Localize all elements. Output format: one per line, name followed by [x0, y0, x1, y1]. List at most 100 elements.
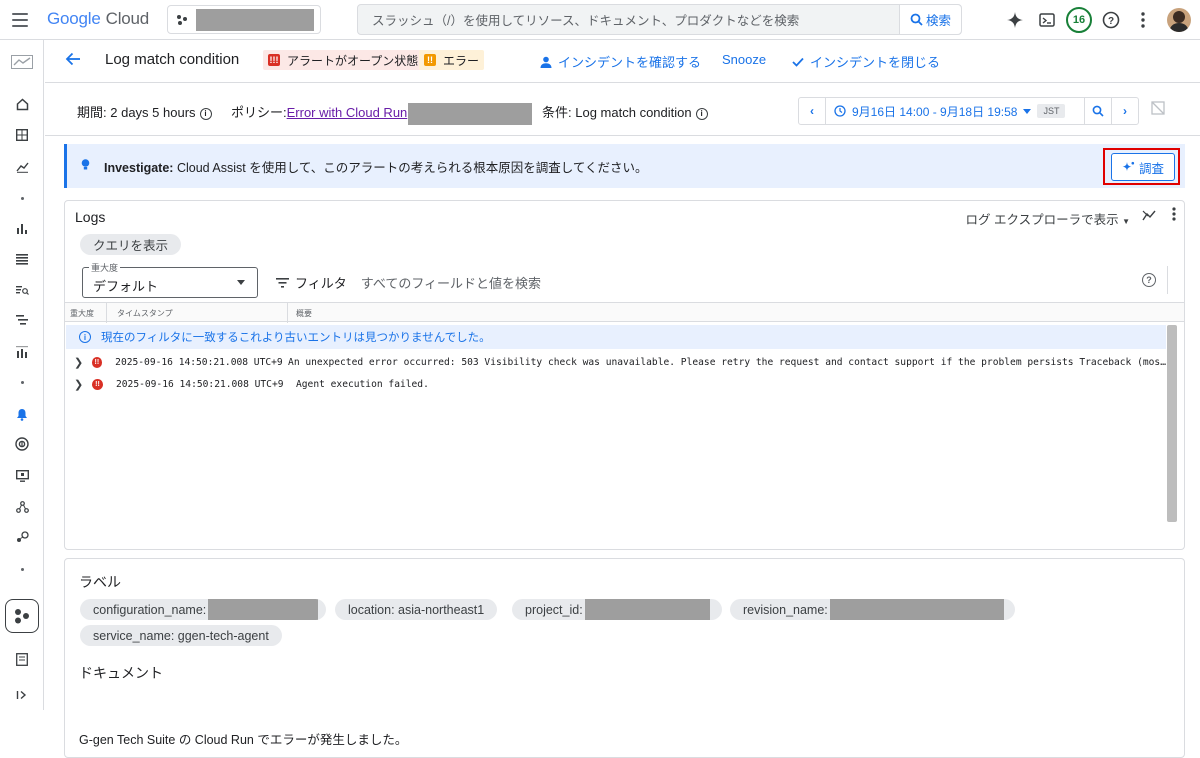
time-range-picker: ‹ 9月16日 14:00 - 9月18日 19:58 JST ›: [798, 97, 1139, 125]
investigate-text: Investigate: Cloud Assist を使用して、このアラートの考…: [104, 157, 647, 176]
bar-chart-icon[interactable]: [0, 217, 44, 241]
label-chip: revision_name:: [730, 599, 1015, 620]
back-arrow-icon[interactable]: [65, 51, 85, 71]
status-badge-error: !! エラー: [419, 50, 485, 70]
gemini-icon[interactable]: [1002, 7, 1028, 33]
person-icon: [540, 56, 552, 68]
redacted-project-name: [196, 8, 314, 31]
column-divider: [287, 303, 288, 323]
lightbulb-icon: [81, 158, 90, 174]
time-prev-button[interactable]: ‹: [799, 98, 825, 124]
filter-search-input[interactable]: すべてのフィールドと値を検索: [361, 273, 541, 292]
search-bar[interactable]: スラッシュ（/）を使用してリソース、ドキュメント、プロダクトなどを検索 検索: [357, 4, 962, 35]
column-header-severity[interactable]: 重大度: [70, 308, 94, 319]
notice-text: 現在のフィルタに一致するこれより古いエントリは見つかりませんでした。: [101, 332, 491, 344]
dashboard-icon[interactable]: [0, 50, 44, 74]
main-menu-icon[interactable]: [9, 9, 31, 31]
caret-down-icon: [1023, 108, 1032, 114]
investigate-button-label: 調査: [1138, 161, 1164, 176]
clock-icon: [834, 105, 846, 117]
avatar[interactable]: [1167, 8, 1191, 32]
policy: ポリシー:Error with Cloud Run: [231, 102, 533, 125]
more-vert-icon[interactable]: [1130, 7, 1156, 33]
list-icon[interactable]: [0, 247, 44, 271]
search-input[interactable]: スラッシュ（/）を使用してリソース、ドキュメント、プロダクトなどを検索: [358, 10, 899, 29]
grid-icon[interactable]: [0, 123, 44, 147]
view-in-logs-explorer-label: ログ エクスプローラで表示: [965, 213, 1119, 227]
time-next-button[interactable]: ›: [1112, 98, 1138, 124]
acknowledge-incident-button[interactable]: インシデントを確認する: [540, 52, 701, 71]
chart-icon[interactable]: [0, 155, 44, 179]
side-nav: [0, 40, 44, 710]
project-selector[interactable]: [167, 5, 321, 34]
show-query-chip[interactable]: クエリを表示: [80, 234, 182, 255]
policy-label: ポリシー:: [231, 105, 287, 120]
search-button[interactable]: 検索: [899, 5, 961, 34]
nodes-icon[interactable]: [0, 495, 44, 519]
dependencies-icon[interactable]: [0, 525, 44, 549]
labels-panel: ラベル configuration_name: location: asia-n…: [64, 558, 1185, 758]
filter-label: フィルタ: [295, 276, 347, 291]
title-bar: Log match condition !!! アラートがオープン状態 !! エラー…: [45, 40, 1200, 82]
log-table-header: 重大度 タイムスタンプ 概要: [65, 302, 1184, 323]
investigate-title: Investigate:: [104, 160, 174, 175]
page-title: Log match condition: [105, 51, 240, 68]
acknowledge-incident-label: インシデントを確認する: [558, 55, 702, 70]
period-value: 2 days 5 hours: [110, 105, 196, 120]
logo-google: Google: [47, 9, 101, 28]
cloud-run-icon[interactable]: [0, 598, 44, 634]
expand-chevron-icon[interactable]: ❯: [74, 378, 84, 391]
expand-icon[interactable]: [0, 683, 44, 707]
investigate-button[interactable]: 調査: [1111, 153, 1175, 181]
zoom-search-button[interactable]: [1085, 98, 1111, 124]
view-in-logs-explorer-button[interactable]: ログ エクスプローラで表示 ▼: [965, 209, 1130, 228]
close-incident-label: インシデントを閉じる: [810, 55, 941, 70]
notifications-badge[interactable]: 16: [1066, 7, 1092, 33]
log-summary: An unexpected error occurred: 503 Visibi…: [288, 356, 1166, 368]
alert-bell-icon[interactable]: [0, 402, 44, 426]
column-header-timestamp[interactable]: タイムスタンプ: [117, 308, 173, 319]
log-filter[interactable]: フィルタ すべてのフィールドと値を検索: [276, 273, 541, 292]
search-button-label: 検索: [925, 14, 951, 28]
notes-icon[interactable]: [0, 647, 44, 671]
divider: [1167, 266, 1168, 294]
monitoring-icon[interactable]: [0, 432, 44, 456]
table-row[interactable]: ❯ !! 2025-09-16 14:50:21.008 UTC+9 An un…: [66, 351, 1166, 373]
time-range-dropdown[interactable]: 9月16日 14:00 - 9月18日 19:58 JST: [826, 103, 1084, 120]
documentation-title: ドキュメント: [79, 665, 163, 681]
main-content: Log match condition !!! アラートがオープン状態 !! エラー…: [45, 40, 1200, 758]
expand-chevron-icon[interactable]: ❯: [74, 356, 84, 369]
redacted-value: [829, 599, 1004, 620]
labels-title: ラベル: [79, 574, 121, 590]
info-icon[interactable]: i: [695, 107, 708, 120]
metrics-icon[interactable]: [0, 340, 44, 364]
info-icon[interactable]: i: [199, 107, 212, 120]
chart-toggle-icon[interactable]: [1142, 209, 1156, 224]
label-chip-text: configuration_name:: [93, 602, 207, 617]
snooze-button[interactable]: Snooze: [722, 52, 766, 67]
timezone-badge[interactable]: JST: [1037, 104, 1066, 118]
link-off-icon[interactable]: [1151, 101, 1165, 118]
trace-icon[interactable]: [0, 308, 44, 332]
svg-text:?: ?: [1108, 16, 1114, 27]
table-row[interactable]: ❯ !! 2025-09-16 14:50:21.008 UTC+9 Agent…: [66, 373, 1166, 395]
cloud-shell-icon[interactable]: [1034, 7, 1060, 33]
nav-separator-dot: [21, 381, 24, 384]
period: 期間: 2 days 5 hours i: [77, 102, 212, 121]
period-label: 期間:: [77, 105, 107, 120]
nav-separator-dot: [21, 197, 24, 200]
home-icon[interactable]: [0, 92, 44, 116]
log-timestamp: 2025-09-16 14:50:21.008 UTC+9: [115, 356, 283, 368]
help-icon[interactable]: ?: [1098, 7, 1124, 33]
google-cloud-logo[interactable]: Google Cloud: [47, 9, 149, 29]
log-search-icon[interactable]: [0, 278, 44, 302]
display-icon[interactable]: [0, 464, 44, 488]
severity-select[interactable]: 重大度 デフォルト: [82, 261, 258, 298]
column-header-summary[interactable]: 概要: [296, 308, 312, 319]
scrollbar[interactable]: [1167, 325, 1177, 522]
close-incident-button[interactable]: インシデントを閉じる: [792, 52, 940, 71]
more-vert-icon[interactable]: [1172, 207, 1176, 221]
severity-label: 重大度: [89, 261, 121, 274]
policy-link[interactable]: Error with Cloud Run: [287, 105, 408, 120]
help-icon[interactable]: ?: [1142, 273, 1156, 287]
